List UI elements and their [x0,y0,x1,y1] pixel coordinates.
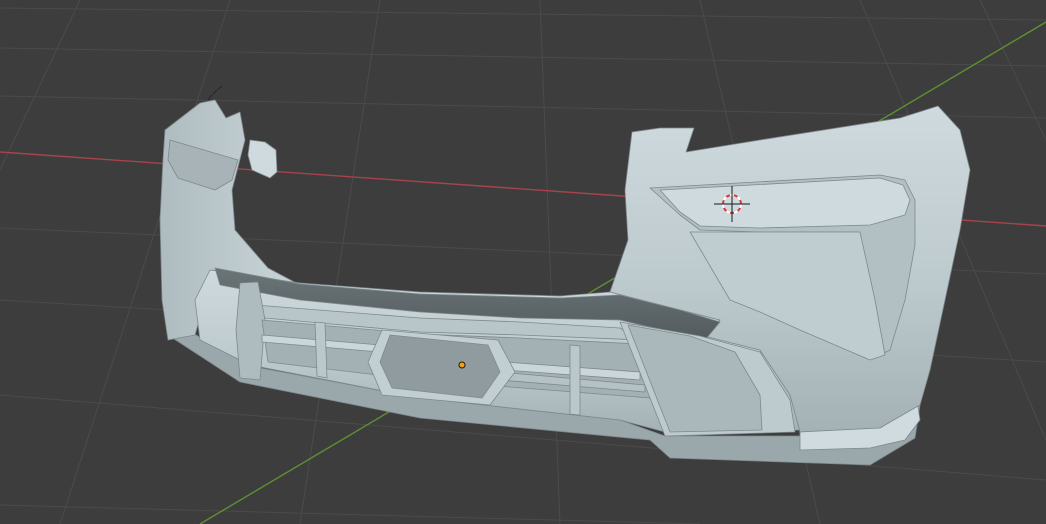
viewport-canvas[interactable] [0,0,1046,524]
object-origin-point[interactable] [458,361,466,369]
3d-viewport[interactable] [0,0,1046,524]
plate-holder-inner [379,334,501,399]
grille-post-1 [314,321,328,379]
grille-post-2 [569,344,581,416]
left-lower-strut [235,281,266,381]
